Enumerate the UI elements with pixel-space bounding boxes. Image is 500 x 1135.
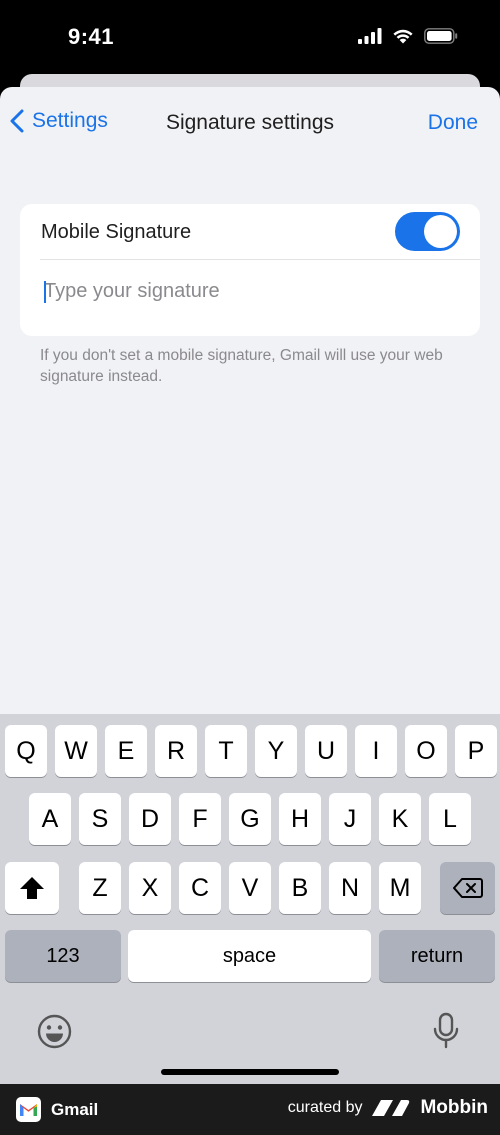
key-c[interactable]: C — [179, 862, 221, 914]
footer-app: Gmail — [16, 1097, 98, 1122]
status-time: 9:41 — [68, 24, 115, 49]
key-u[interactable]: U — [305, 725, 347, 777]
key-l[interactable]: L — [429, 793, 471, 845]
key-r[interactable]: R — [155, 725, 197, 777]
status-bar: 9:41 — [0, 0, 500, 75]
mobile-signature-label: Mobile Signature — [41, 221, 192, 243]
key-y[interactable]: Y — [255, 725, 297, 777]
helper-text: If you don't set a mobile signature, Gma… — [40, 347, 443, 385]
gmail-logo-icon — [16, 1097, 41, 1122]
signature-input[interactable] — [40, 271, 460, 311]
mobbin-logo-icon — [372, 1100, 410, 1116]
key-a[interactable]: A — [29, 793, 71, 845]
key-f[interactable]: F — [179, 793, 221, 845]
key-i[interactable]: I — [355, 725, 397, 777]
microphone-icon[interactable] — [432, 1012, 460, 1050]
status-icons — [358, 28, 458, 44]
brand-name: Mobbin — [420, 1097, 488, 1118]
divider — [40, 259, 480, 260]
page-title: Signature settings — [165, 111, 335, 134]
footer-app-name: Gmail — [51, 1099, 99, 1119]
key-x[interactable]: X — [129, 862, 171, 914]
delete-key[interactable] — [440, 862, 495, 914]
key-b[interactable]: B — [279, 862, 321, 914]
shift-key[interactable] — [5, 862, 59, 914]
key-q[interactable]: Q — [5, 725, 47, 777]
space-key[interactable]: space — [128, 930, 371, 982]
backspace-icon — [452, 878, 483, 898]
key-d[interactable]: D — [129, 793, 171, 845]
shift-icon — [20, 877, 44, 899]
key-e[interactable]: E — [105, 725, 147, 777]
curated-by-text: curated by — [287, 1099, 363, 1116]
keyboard: QWERTYUIOP ASDFGHJKL ZXCVBNM 123 space r… — [0, 714, 500, 1084]
cellular-signal-icon — [358, 28, 382, 44]
home-indicator — [161, 1069, 339, 1075]
key-p[interactable]: P — [455, 725, 497, 777]
signature-card: Mobile Signature — [20, 204, 480, 336]
footer-credit: curated by Mobbin — [288, 1097, 488, 1119]
emoji-icon[interactable] — [37, 1014, 72, 1049]
key-o[interactable]: O — [405, 725, 447, 777]
mobile-signature-row: Mobile Signature — [20, 204, 480, 259]
wifi-icon — [393, 29, 413, 44]
done-button[interactable]: Done — [428, 111, 478, 135]
key-w[interactable]: W — [55, 725, 97, 777]
toggle-knob — [424, 215, 457, 248]
mobile-signature-toggle[interactable] — [395, 212, 460, 251]
key-s[interactable]: S — [79, 793, 121, 845]
key-k[interactable]: K — [379, 793, 421, 845]
key-g[interactable]: G — [229, 793, 271, 845]
numbers-key[interactable]: 123 — [5, 930, 121, 982]
navigation-bar: Settings Signature settings Done — [0, 87, 500, 161]
key-v[interactable]: V — [229, 862, 271, 914]
key-h[interactable]: H — [279, 793, 321, 845]
return-key[interactable]: return — [379, 930, 495, 982]
key-t[interactable]: T — [205, 725, 247, 777]
key-n[interactable]: N — [329, 862, 371, 914]
text-caret — [44, 281, 46, 303]
key-j[interactable]: J — [329, 793, 371, 845]
keyboard-bottom-bar — [0, 1012, 500, 1052]
key-z[interactable]: Z — [79, 862, 121, 914]
footer: Gmail curated by Mobbin — [0, 1084, 500, 1135]
battery-icon — [424, 28, 458, 44]
key-m[interactable]: M — [379, 862, 421, 914]
